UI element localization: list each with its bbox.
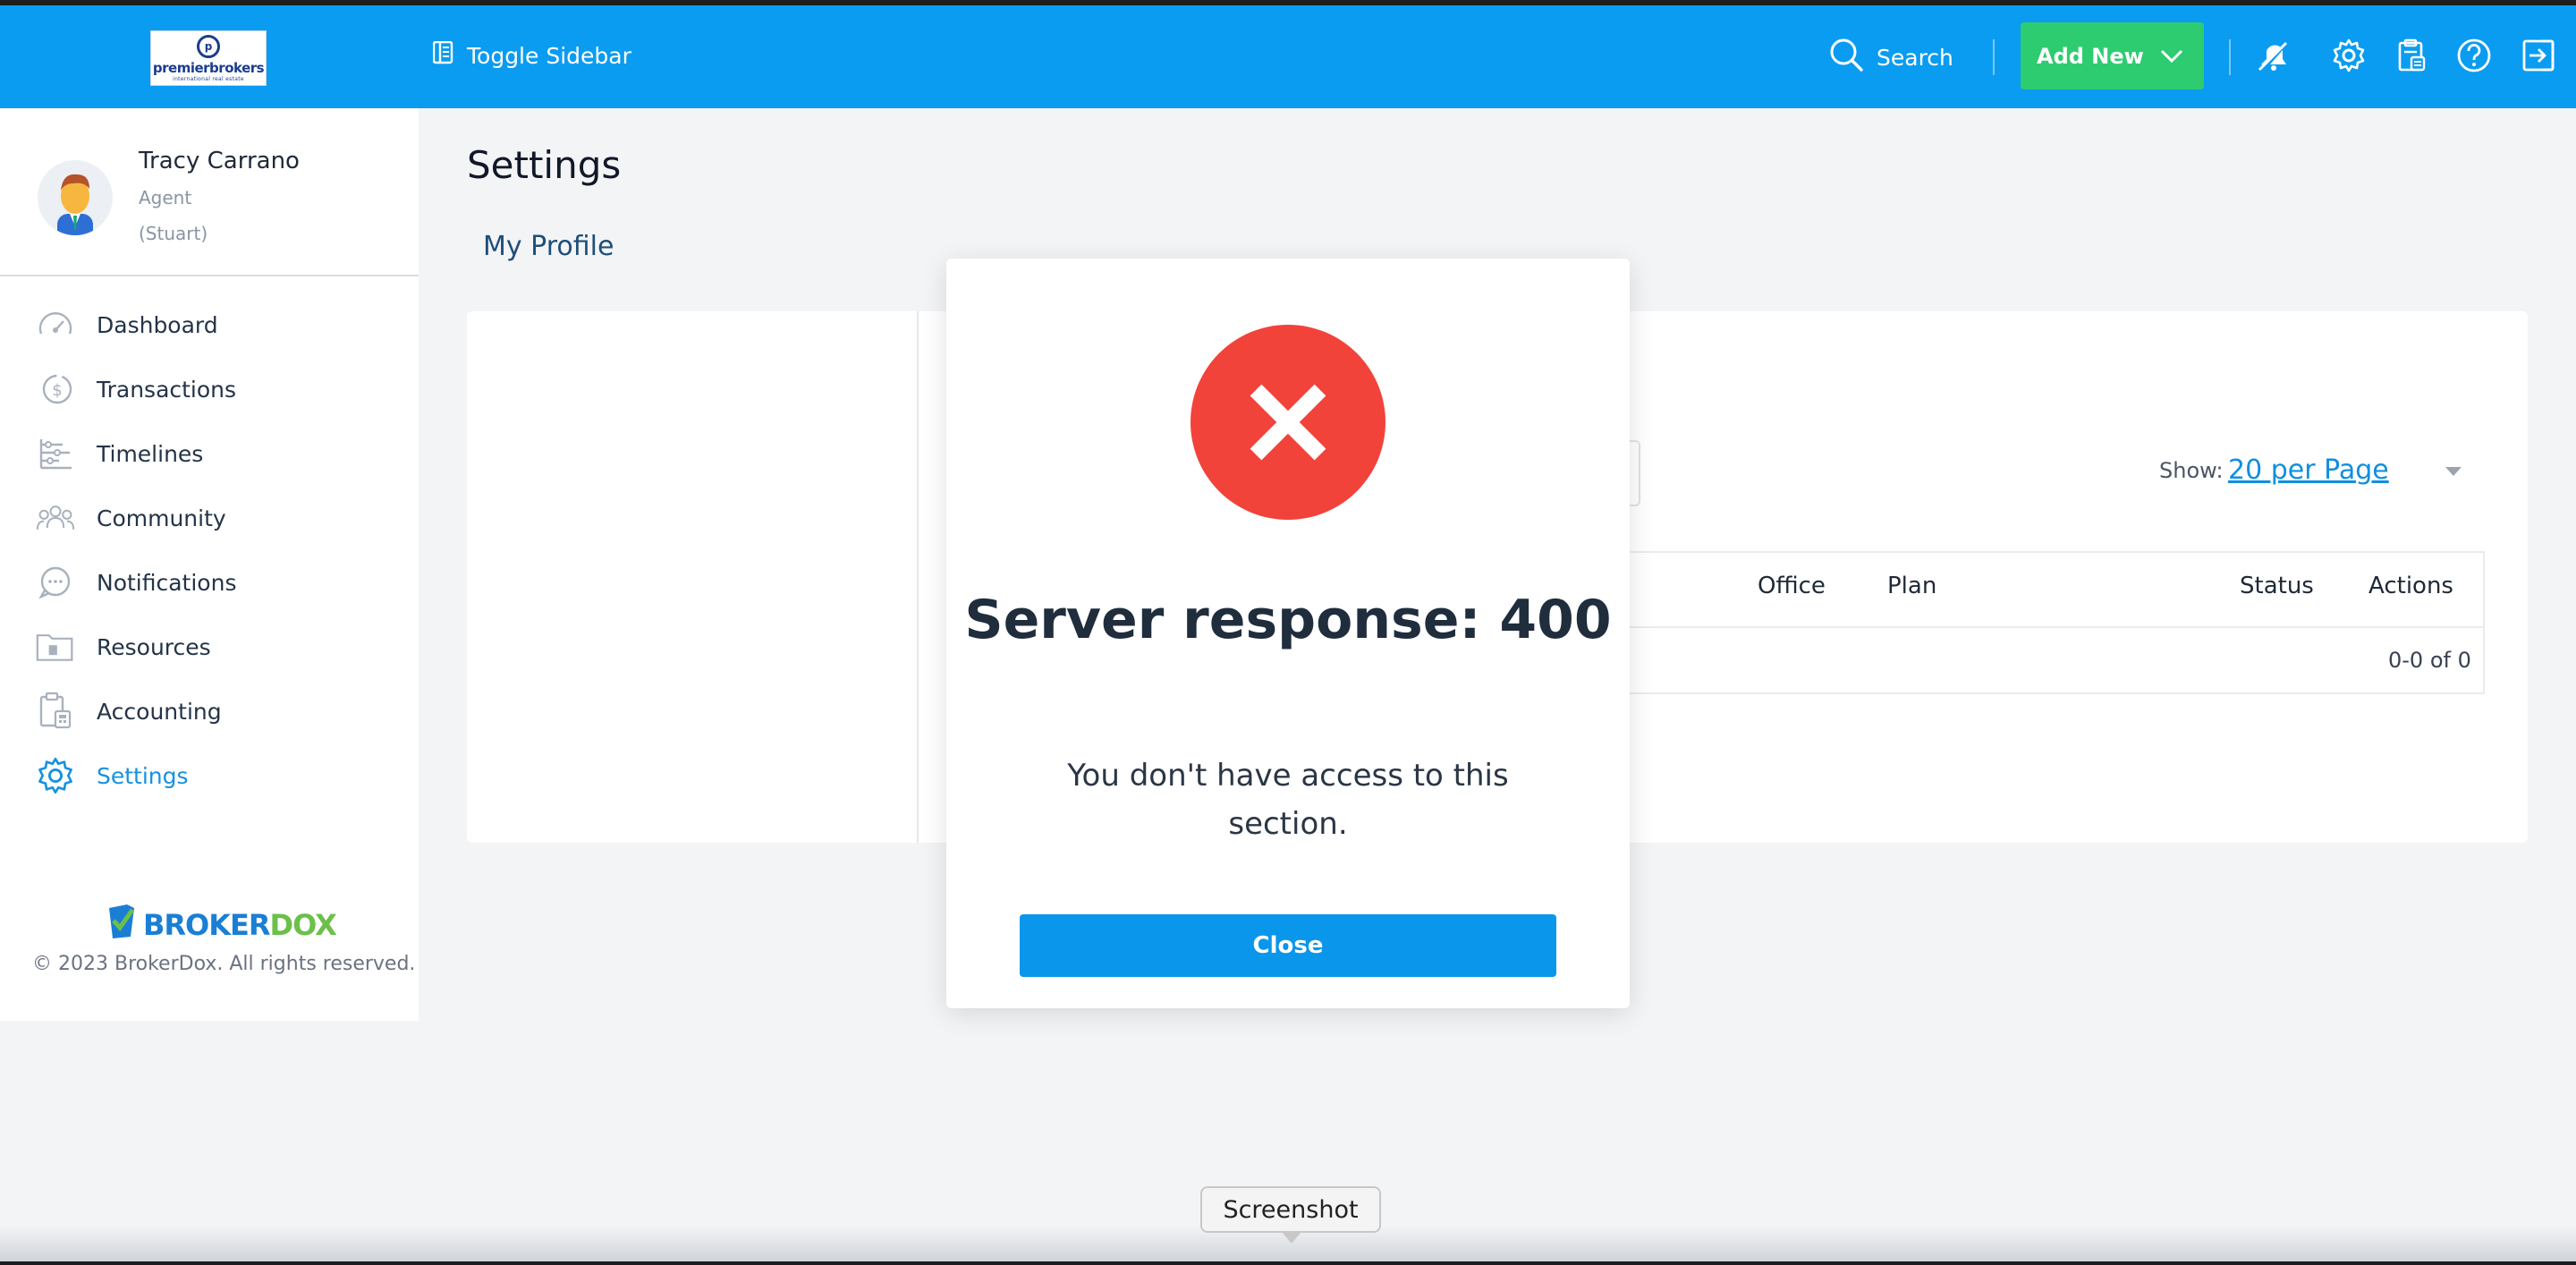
logout-icon[interactable]	[2519, 36, 2558, 75]
sidebar-item-label: Settings	[97, 762, 189, 789]
gear-icon	[36, 756, 75, 795]
gear-icon[interactable]	[2329, 36, 2368, 75]
table-footer-row	[1626, 628, 2485, 694]
error-icon	[1191, 325, 1385, 520]
sidebar-item-label: Community	[97, 505, 226, 531]
search-icon	[1828, 37, 1864, 78]
column-header-status[interactable]: Status	[2240, 573, 2314, 599]
logo-mark: p	[197, 34, 220, 58]
brokerdox-logo: BROKER DOX	[106, 903, 337, 947]
notifications-off-icon[interactable]	[2252, 36, 2292, 75]
screenshot-tooltip: Screenshot	[1200, 1186, 1381, 1233]
sidebar-item-label: Timelines	[97, 440, 204, 467]
brokerdox-shield-icon	[106, 903, 138, 947]
svg-text:$: $	[52, 381, 62, 400]
sidebar-item-transactions[interactable]: $ Transactions	[36, 367, 394, 412]
calculator-icon	[36, 692, 75, 731]
search-label: Search	[1877, 44, 1953, 71]
dialog-message: You don't have access to this section.	[1067, 758, 1509, 842]
sidebar: Tracy Carrano Agent (Stuart) Dashboard $…	[0, 108, 419, 1021]
add-new-button[interactable]: Add New	[2021, 22, 2204, 89]
per-page-select[interactable]: 20 per Page	[2228, 454, 2389, 486]
logo-tagline: international real estate	[173, 75, 244, 82]
sidebar-item-community[interactable]: Community	[36, 496, 394, 540]
pagination-info: 0-0 of 0	[2388, 648, 2471, 673]
page-title: Settings	[467, 143, 622, 187]
sidebar-item-label: Accounting	[97, 698, 222, 725]
dialog-title: Server response: 400	[964, 589, 1612, 651]
logo-brand-text: premierbrokers	[152, 59, 265, 76]
tab-my-profile[interactable]: My Profile	[483, 231, 614, 262]
user-profile[interactable]: Tracy Carrano Agent (Stuart)	[0, 108, 419, 276]
user-role: Agent	[139, 187, 192, 208]
close-button[interactable]: Close	[1020, 914, 1556, 977]
column-header-plan[interactable]: Plan	[1887, 573, 1936, 599]
brokerdox-logo-part2: DOX	[269, 908, 337, 942]
speedometer-icon	[36, 305, 75, 344]
brokerdox-logo-part1: BROKER	[143, 908, 271, 942]
user-office: (Stuart)	[139, 223, 208, 244]
tooltip-pointer	[1281, 1231, 1302, 1244]
divider	[2229, 39, 2231, 75]
people-icon	[36, 498, 75, 538]
sidebar-item-label: Dashboard	[97, 311, 218, 338]
sidebar-item-dashboard[interactable]: Dashboard	[36, 302, 394, 347]
search-button[interactable]: Search	[1828, 36, 1953, 79]
column-header-office[interactable]: Office	[1758, 573, 1826, 599]
chevron-down-icon	[2159, 46, 2184, 71]
show-label: Show:	[2159, 458, 2224, 483]
sidebar-item-label: Notifications	[97, 569, 237, 596]
divider	[1993, 39, 1995, 75]
user-name: Tracy Carrano	[139, 148, 300, 174]
sidebar-item-resources[interactable]: Resources	[36, 624, 394, 669]
sidebar-item-notifications[interactable]: Notifications	[36, 560, 394, 605]
sidebar-item-accounting[interactable]: Accounting	[36, 689, 394, 734]
add-new-label: Add New	[2037, 43, 2144, 69]
sidebar-toggle-icon	[432, 40, 454, 70]
premierbrokers-logo[interactable]: p premierbrokers international real esta…	[150, 30, 267, 86]
toggle-sidebar-label: Toggle Sidebar	[467, 42, 631, 69]
column-header-actions: Actions	[2368, 573, 2453, 599]
window-bottom-edge	[0, 1261, 2576, 1265]
sidebar-item-label: Resources	[97, 633, 211, 660]
help-icon[interactable]	[2454, 36, 2494, 75]
card-divider	[917, 311, 919, 843]
table-header	[1626, 551, 2485, 628]
chat-bubble-icon	[36, 563, 75, 602]
timeline-icon	[36, 434, 75, 473]
sidebar-item-timelines[interactable]: Timelines	[36, 431, 394, 476]
avatar	[38, 160, 113, 235]
sidebar-item-settings[interactable]: Settings	[36, 753, 394, 798]
caret-down-icon[interactable]	[2445, 467, 2462, 476]
toggle-sidebar-button[interactable]: Toggle Sidebar	[432, 38, 631, 73]
sidebar-item-label: Transactions	[97, 376, 237, 403]
folder-icon	[36, 627, 75, 666]
clipboard-icon[interactable]	[2392, 36, 2431, 75]
dollar-circle-icon: $	[36, 369, 75, 409]
copyright-text: © 2023 BrokerDox. All rights reserved.	[32, 953, 416, 975]
